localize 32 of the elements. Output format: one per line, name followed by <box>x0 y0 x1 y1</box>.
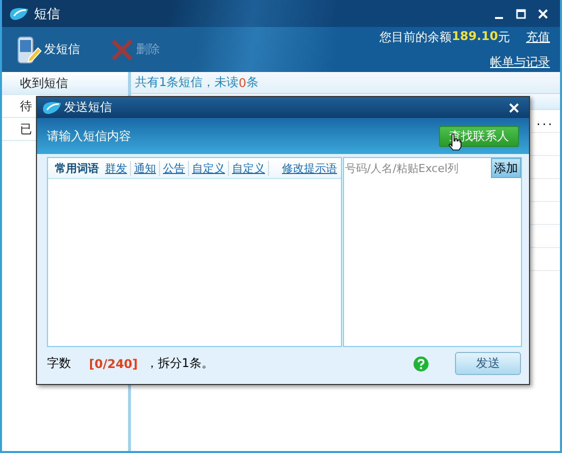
dialog-title: 发送短信 <box>64 99 113 116</box>
app-logo-icon <box>41 100 61 116</box>
balance-label: 您目前的余额 <box>380 28 452 46</box>
cross-icon <box>110 38 134 62</box>
close-icon[interactable] <box>538 8 548 18</box>
close-icon[interactable] <box>509 102 519 112</box>
phrase-tab[interactable]: 通知 <box>131 160 160 176</box>
char-count-label: 字数 <box>47 355 71 372</box>
phrase-tab[interactable]: 常用词语 <box>52 160 102 176</box>
phone-icon <box>16 36 42 64</box>
send-button[interactable]: 发送 <box>455 352 521 375</box>
send-sms-button[interactable]: 发短信 <box>16 36 80 64</box>
billing-link[interactable]: 帐单与记录 <box>490 54 550 70</box>
help-icon[interactable] <box>413 356 429 372</box>
prompt-label: 请输入短信内容 <box>47 128 131 144</box>
sidebar-item[interactable]: 收到短信 <box>2 72 128 95</box>
balance-amount: 189.10 <box>452 28 498 44</box>
phrase-tab[interactable]: 自定义 <box>189 160 229 176</box>
maximize-icon[interactable] <box>516 8 526 18</box>
message-preview: ... <box>536 114 554 128</box>
currency-unit: 元 <box>498 28 510 46</box>
split-count-text: ，拆分1条。 <box>146 355 214 372</box>
phrase-tab[interactable]: 自定义 <box>229 160 269 176</box>
app-logo-icon <box>8 6 30 22</box>
message-summary: 共有1条短信，未读0条 <box>131 72 560 94</box>
window-title: 短信 <box>34 6 61 22</box>
edit-hint-link[interactable]: 修改提示语 <box>282 160 337 176</box>
phrase-tab[interactable]: 群发 <box>102 160 131 176</box>
recharge-link[interactable]: 充值 <box>526 28 550 46</box>
add-button[interactable]: 添加 <box>491 158 521 178</box>
phrase-tab[interactable]: 公告 <box>160 160 189 176</box>
char-count: [0/240] <box>89 356 138 370</box>
